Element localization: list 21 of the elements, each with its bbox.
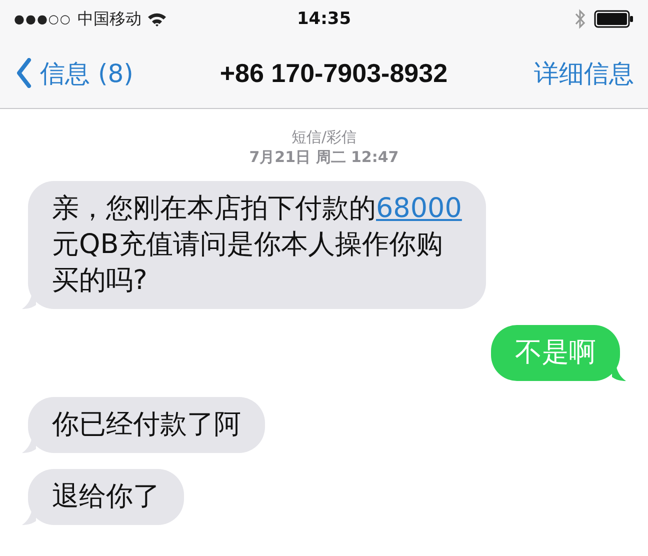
status-time: 14:35 <box>296 9 352 29</box>
incoming-message: 退给你了 <box>28 469 184 525</box>
service-label: 短信/彩信 <box>290 127 358 147</box>
carrier-name: 中国移动 <box>77 8 142 30</box>
outgoing-message: 不是啊 <box>491 325 620 381</box>
bubble-tail <box>22 437 36 453</box>
wifi-icon <box>147 12 168 26</box>
bubble-tail <box>22 293 36 309</box>
details-button[interactable]: 详细信息 <box>534 56 634 90</box>
back-button[interactable]: 信息 (8) <box>16 56 134 90</box>
contact-number: +86 170-7903-8932 <box>220 58 448 88</box>
incoming-message: 亲，您刚在本店拍下付款的68000 元QB充值请问是你本人操作你购 买的吗? <box>28 181 486 309</box>
chevron-icon <box>16 58 32 88</box>
signal-strength: ●●●○○ <box>14 12 72 26</box>
bubble-tail <box>612 365 626 381</box>
battery-icon <box>594 10 634 28</box>
timestamp: 7月21日 周二 12:47 <box>248 147 400 167</box>
incoming-message: 你已经付款了阿 <box>28 397 265 453</box>
bubble-tail <box>22 509 36 525</box>
amount-link[interactable]: 68000 <box>376 193 462 224</box>
bluetooth-icon <box>574 8 586 30</box>
